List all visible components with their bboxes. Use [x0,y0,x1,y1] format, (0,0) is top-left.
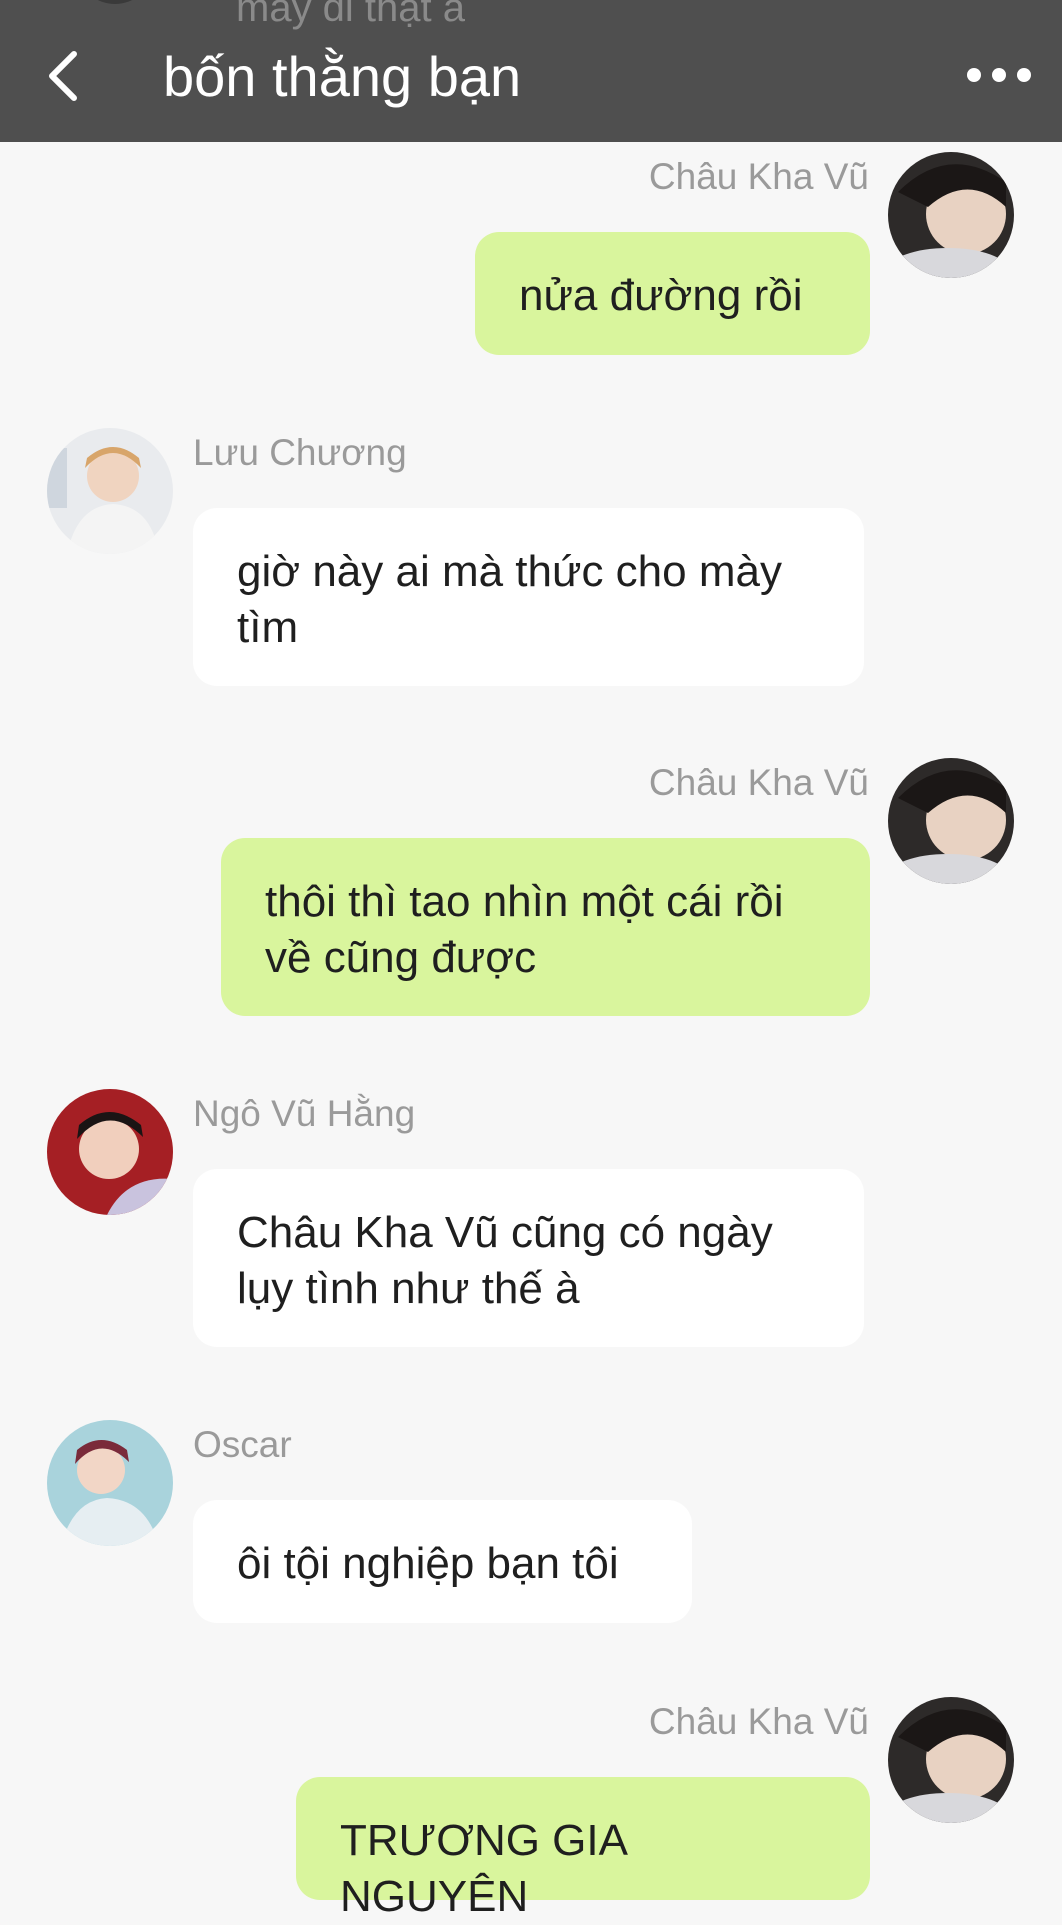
sender-name: Lưu Chương [193,432,407,473]
chat-header: mày đi thật à bốn thằng bạn [0,0,1062,142]
message-text-line: TRƯƠNG GIA NGUYÊN [340,1816,626,1921]
message-bubble[interactable]: giờ này ai mà thức cho mày tìm [193,508,864,686]
previous-message-avatar [80,0,150,4]
message-text-line: nửa đường rồi [519,271,803,320]
message-bubble[interactable]: ôi tội nghiệp bạn tôi [193,1500,692,1623]
previous-message-text: mày đi thật à [236,0,466,30]
avatar[interactable] [888,758,1014,884]
message-bubble[interactable]: TRƯƠNG GIA NGUYÊN [296,1777,870,1921]
avatar[interactable] [47,1089,173,1215]
message-text-line: giờ này ai mà thức cho mày [237,547,782,596]
back-button[interactable] [36,40,96,110]
avatar[interactable] [888,152,1014,278]
avatar[interactable] [47,428,173,554]
back-arrow-icon [49,51,77,101]
sender-name: Ngô Vũ Hằng [193,1093,416,1134]
sender-name: Oscar [193,1424,292,1465]
message-bubble[interactable]: Châu Kha Vũ cũng có ngày lụy tình như th… [193,1169,864,1347]
message-bubble[interactable]: thôi thì tao nhìn một cái rồi về cũng đư… [221,838,870,1016]
more-options-button[interactable] [955,54,1035,94]
message-text-line: lụy tình như thế à [237,1264,580,1313]
avatar[interactable] [47,1420,173,1546]
message-text-line: ôi tội nghiệp bạn tôi [237,1539,619,1588]
message-text-line: thôi thì tao nhìn một cái rồi [265,877,784,926]
avatar[interactable] [888,1697,1014,1823]
chat-title: bốn thằng bạn [163,45,522,108]
sender-name: Châu Kha Vũ [648,1701,869,1742]
message-text-line: tìm [237,603,299,652]
message-text-line: về cũng được [265,933,537,982]
sender-name: Châu Kha Vũ [648,762,869,803]
message-text-line: Châu Kha Vũ cũng có ngày [237,1208,773,1257]
sender-name: Châu Kha Vũ [648,156,869,197]
message-bubble[interactable]: nửa đường rồi [475,232,870,355]
